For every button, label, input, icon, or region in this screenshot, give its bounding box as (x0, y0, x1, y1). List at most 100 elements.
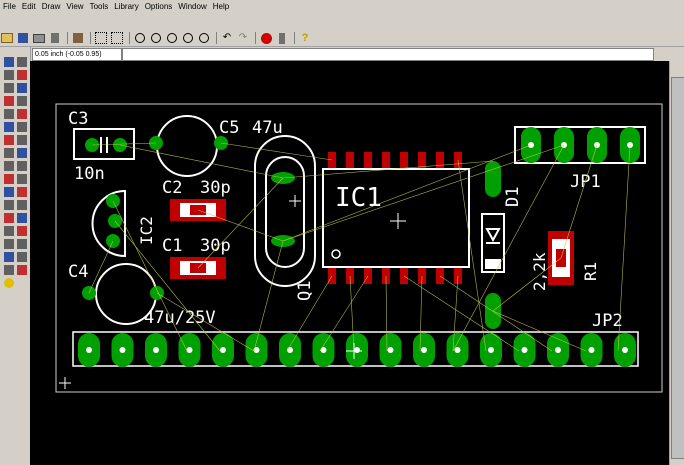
stop-icon[interactable] (259, 31, 273, 45)
vertical-scrollbar[interactable] (669, 61, 684, 465)
menu-file[interactable]: File (0, 0, 19, 14)
menu-tools[interactable]: Tools (87, 0, 112, 14)
jp2-drill (354, 347, 360, 353)
c5-label: C5 (219, 118, 239, 138)
help-icon[interactable]: ? (298, 31, 312, 45)
polygon-tool-icon[interactable] (4, 226, 14, 236)
menu-draw[interactable]: Draw (39, 0, 64, 14)
c2-label: C2 (162, 178, 182, 198)
jp2-pads (78, 333, 636, 367)
auto-tool-icon[interactable] (17, 252, 27, 262)
ripup-tool-icon[interactable] (4, 187, 14, 197)
ic2-label: IC2 (137, 216, 156, 245)
c5-outline (156, 115, 218, 177)
grid-icon[interactable] (94, 31, 108, 45)
c4-value: 47u/25V (144, 308, 216, 328)
c3-value: 10n (74, 164, 105, 184)
open-icon[interactable] (0, 31, 14, 45)
board-drawing[interactable]: C3 10n C5 47u Q1 C2 30p C1 30p IC2 C4 47… (30, 61, 669, 465)
menu-window[interactable]: Window (175, 0, 209, 14)
menu-help[interactable]: Help (210, 0, 232, 14)
jp2-drill (521, 347, 528, 353)
save-icon[interactable] (16, 31, 30, 45)
smash-tool-icon[interactable] (17, 148, 27, 158)
circle-tool-icon[interactable] (17, 200, 27, 210)
mark-tool-icon[interactable] (17, 70, 27, 80)
jp2-drill (488, 347, 494, 353)
info-tool-icon[interactable] (4, 57, 14, 67)
rect-tool-icon[interactable] (17, 213, 27, 223)
miter-tool-icon[interactable] (4, 161, 14, 171)
script-icon[interactable] (71, 31, 85, 45)
mirror-tool-icon[interactable] (4, 96, 14, 106)
eye-tool-icon[interactable] (17, 57, 27, 67)
erc-tool-icon[interactable] (4, 265, 14, 275)
jp2-drill (454, 347, 461, 353)
move-tool-icon[interactable] (4, 83, 14, 93)
text-tool-icon[interactable] (4, 200, 14, 210)
delete-tool-icon[interactable] (17, 122, 27, 132)
menu-view[interactable]: View (63, 0, 86, 14)
ic1-pads (328, 152, 462, 284)
optimize-tool-icon[interactable] (4, 174, 14, 184)
jp2-drill (119, 347, 126, 353)
zoom-out-icon[interactable] (165, 31, 179, 45)
jp2-drill (220, 347, 226, 353)
redo-icon[interactable]: ↷ (236, 31, 250, 45)
via-tool-icon[interactable] (17, 226, 27, 236)
copy-tool-icon[interactable] (17, 83, 27, 93)
rotate-tool-icon[interactable] (17, 96, 27, 106)
menu-options[interactable]: Options (142, 0, 176, 14)
toolbar-separator (67, 32, 68, 44)
signal-tool-icon[interactable] (4, 239, 14, 249)
group-tool-icon[interactable] (4, 109, 14, 119)
c5-value: 47u (252, 118, 283, 138)
wire-tool-icon[interactable] (17, 187, 27, 197)
drc-tool-icon[interactable] (17, 265, 27, 275)
zoom-redraw-icon[interactable] (181, 31, 195, 45)
menu-library[interactable]: Library (111, 0, 141, 14)
hole-tool-icon[interactable] (17, 239, 27, 249)
menu-bar: File Edit Draw View Tools Library Options Windo… (0, 0, 684, 14)
c2-value: 30p (200, 178, 231, 198)
arc-tool-icon[interactable] (4, 213, 14, 223)
errors-tool-icon[interactable] (4, 278, 14, 288)
toolbar-separator (90, 32, 91, 44)
coordinate-bar: 0.05 inch (-0.05 0.95) (30, 47, 684, 61)
cam-icon[interactable] (48, 31, 62, 45)
zoom-in-icon[interactable] (149, 31, 163, 45)
change-tool-icon[interactable] (17, 109, 27, 119)
menu-edit[interactable]: Edit (19, 0, 39, 14)
toolbar-separator (129, 32, 130, 44)
add-tool-icon[interactable] (4, 135, 14, 145)
layers-tool-icon[interactable] (4, 70, 14, 80)
undo-icon[interactable]: ↶ (220, 31, 234, 45)
main-toolbar: ↶ ↷ ? (0, 30, 684, 47)
d1-pad-1 (485, 161, 501, 197)
name-tool-icon[interactable] (17, 135, 27, 145)
d1-label: D1 (503, 187, 523, 207)
route-tool-icon[interactable] (17, 174, 27, 184)
zoom-area-icon[interactable] (197, 31, 211, 45)
jp2-drill (555, 347, 561, 353)
command-line[interactable] (122, 48, 654, 61)
board-canvas[interactable]: C3 10n C5 47u Q1 C2 30p C1 30p IC2 C4 47… (30, 61, 669, 465)
zoom-fit-icon[interactable] (133, 31, 147, 45)
jp2-drill (186, 347, 193, 353)
jp2-drill (320, 347, 327, 353)
value-tool-icon[interactable] (4, 148, 14, 158)
toolbar-separator (255, 32, 256, 44)
print-icon[interactable] (32, 31, 46, 45)
go-icon[interactable] (275, 31, 289, 45)
toolbar-separator (216, 32, 217, 44)
ratsnest-tool-icon[interactable] (4, 252, 14, 262)
paste-tool-icon[interactable] (4, 122, 14, 132)
jp2-drill (588, 347, 595, 353)
r1-value: 2,2k (530, 252, 549, 291)
c4-label: C4 (68, 262, 88, 282)
q1-outline (254, 135, 316, 287)
split-tool-icon[interactable] (17, 161, 27, 171)
layers-icon[interactable] (110, 31, 124, 45)
jp2-drill (86, 347, 92, 353)
scrollbar-thumb[interactable] (671, 77, 684, 459)
